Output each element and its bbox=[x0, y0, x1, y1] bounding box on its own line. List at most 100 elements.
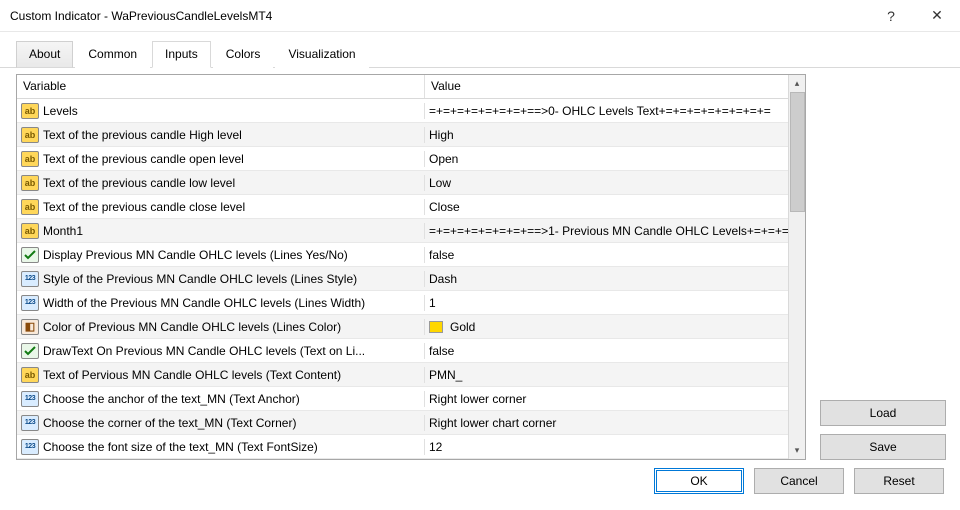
bottom-buttons: OK Cancel Reset bbox=[0, 468, 960, 504]
variable-label: Style of the Previous MN Candle OHLC lev… bbox=[43, 272, 357, 286]
color-icon bbox=[21, 319, 39, 335]
titlebar: Custom Indicator - WaPreviousCandleLevel… bbox=[0, 0, 960, 32]
string-icon bbox=[21, 223, 39, 239]
variable-label: Text of the previous candle High level bbox=[43, 128, 242, 142]
table-row[interactable]: Text of the previous candle close level C… bbox=[17, 195, 805, 219]
save-button[interactable]: Save bbox=[820, 434, 946, 460]
table-row[interactable]: Month1 =+=+=+=+=+=+=+==>1- Previous MN Ca… bbox=[17, 219, 805, 243]
variable-label: Color of Previous MN Candle OHLC levels … bbox=[43, 320, 341, 334]
value-cell[interactable]: =+=+=+=+=+=+=+==>0- OHLC Levels Text+=+=… bbox=[425, 104, 805, 118]
variable-cell: Choose the corner of the text_MN (Text C… bbox=[17, 415, 425, 431]
variable-cell: Text of the previous candle close level bbox=[17, 199, 425, 215]
column-header-variable[interactable]: Variable bbox=[17, 75, 425, 98]
table-row[interactable]: DrawText On Previous MN Candle OHLC leve… bbox=[17, 339, 805, 363]
variable-label: Text of Pervious MN Candle OHLC levels (… bbox=[43, 368, 341, 382]
value-label: Open bbox=[429, 152, 458, 166]
number-icon bbox=[21, 415, 39, 431]
value-label: Gold bbox=[450, 320, 475, 334]
ok-button[interactable]: OK bbox=[654, 468, 744, 494]
variable-label: Text of the previous candle low level bbox=[43, 176, 235, 190]
value-label: 12 bbox=[429, 440, 442, 454]
table-row[interactable]: Text of the previous candle low level Low bbox=[17, 171, 805, 195]
value-cell[interactable]: High bbox=[425, 128, 805, 142]
value-cell[interactable]: Close bbox=[425, 200, 805, 214]
tab-colors[interactable]: Colors bbox=[213, 41, 274, 68]
string-icon bbox=[21, 199, 39, 215]
boolean-icon bbox=[21, 343, 39, 359]
scroll-up-icon[interactable]: ▴ bbox=[789, 75, 805, 92]
scrollbar[interactable]: ▴ ▾ bbox=[788, 75, 805, 459]
variable-cell: DrawText On Previous MN Candle OHLC leve… bbox=[17, 343, 425, 359]
close-icon[interactable]: ✕ bbox=[914, 0, 960, 32]
table-row[interactable]: Display Previous MN Candle OHLC levels (… bbox=[17, 243, 805, 267]
table-row[interactable]: Style of the Previous MN Candle OHLC lev… bbox=[17, 267, 805, 291]
column-header-value[interactable]: Value bbox=[425, 75, 805, 98]
window-title: Custom Indicator - WaPreviousCandleLevel… bbox=[10, 9, 868, 23]
value-cell[interactable]: false bbox=[425, 344, 805, 358]
value-cell[interactable]: Open bbox=[425, 152, 805, 166]
number-icon bbox=[21, 391, 39, 407]
tab-visualization[interactable]: Visualization bbox=[275, 41, 368, 68]
tabs: About Common Inputs Colors Visualization bbox=[0, 32, 960, 68]
table-row[interactable]: Color of Previous MN Candle OHLC levels … bbox=[17, 315, 805, 339]
help-icon[interactable]: ? bbox=[868, 0, 914, 32]
tab-about[interactable]: About bbox=[16, 41, 73, 68]
boolean-icon bbox=[21, 247, 39, 263]
value-cell[interactable]: Right lower chart corner bbox=[425, 416, 805, 430]
table-row[interactable]: Text of the previous candle High level Hi… bbox=[17, 123, 805, 147]
value-cell[interactable]: Gold bbox=[425, 320, 805, 334]
scroll-down-icon[interactable]: ▾ bbox=[789, 442, 805, 459]
table-row[interactable]: Levels =+=+=+=+=+=+=+==>0- OHLC Levels Te… bbox=[17, 99, 805, 123]
string-icon bbox=[21, 103, 39, 119]
value-cell[interactable]: Low bbox=[425, 176, 805, 190]
variable-cell: Color of Previous MN Candle OHLC levels … bbox=[17, 319, 425, 335]
variable-label: Text of the previous candle close level bbox=[43, 200, 245, 214]
value-cell[interactable]: =+=+=+=+=+=+=+==>1- Previous MN Candle O… bbox=[425, 224, 805, 238]
number-icon bbox=[21, 295, 39, 311]
variable-label: Choose the font size of the text_MN (Tex… bbox=[43, 440, 318, 454]
table-row[interactable]: Choose the corner of the text_MN (Text C… bbox=[17, 411, 805, 435]
window-controls: ? ✕ bbox=[868, 0, 960, 32]
string-icon bbox=[21, 151, 39, 167]
variable-label: Choose the anchor of the text_MN (Text A… bbox=[43, 392, 300, 406]
value-label: false bbox=[429, 248, 454, 262]
value-label: Dash bbox=[429, 272, 457, 286]
scroll-thumb[interactable] bbox=[790, 92, 805, 212]
variable-label: Month1 bbox=[43, 224, 83, 238]
value-label: Close bbox=[429, 200, 460, 214]
value-label: Low bbox=[429, 176, 451, 190]
variable-label: DrawText On Previous MN Candle OHLC leve… bbox=[43, 344, 365, 358]
value-label: 1 bbox=[429, 296, 436, 310]
variable-cell: Text of Pervious MN Candle OHLC levels (… bbox=[17, 367, 425, 383]
value-label: false bbox=[429, 344, 454, 358]
load-button[interactable]: Load bbox=[820, 400, 946, 426]
value-cell[interactable]: 1 bbox=[425, 296, 805, 310]
value-cell[interactable]: Dash bbox=[425, 272, 805, 286]
variable-cell: Choose the anchor of the text_MN (Text A… bbox=[17, 391, 425, 407]
number-icon bbox=[21, 271, 39, 287]
table-row[interactable]: Text of the previous candle open levelOp… bbox=[17, 147, 805, 171]
tab-common[interactable]: Common bbox=[75, 41, 150, 68]
value-label: Right lower chart corner bbox=[429, 416, 556, 430]
table-row[interactable]: Choose the anchor of the text_MN (Text A… bbox=[17, 387, 805, 411]
table-row[interactable]: Width of the Previous MN Candle OHLC lev… bbox=[17, 291, 805, 315]
reset-button[interactable]: Reset bbox=[854, 468, 944, 494]
side-buttons: Load Save bbox=[820, 400, 946, 460]
value-cell[interactable]: PMN_ bbox=[425, 368, 805, 382]
value-label: Right lower corner bbox=[429, 392, 526, 406]
value-cell[interactable]: false bbox=[425, 248, 805, 262]
string-icon bbox=[21, 367, 39, 383]
variable-cell: Style of the Previous MN Candle OHLC lev… bbox=[17, 271, 425, 287]
variable-label: Choose the corner of the text_MN (Text C… bbox=[43, 416, 296, 430]
value-label: High bbox=[429, 128, 454, 142]
variable-label: Width of the Previous MN Candle OHLC lev… bbox=[43, 296, 365, 310]
cancel-button[interactable]: Cancel bbox=[754, 468, 844, 494]
tab-inputs[interactable]: Inputs bbox=[152, 41, 211, 68]
table-row[interactable]: Choose the font size of the text_MN (Tex… bbox=[17, 435, 805, 459]
variable-cell: Choose the font size of the text_MN (Tex… bbox=[17, 439, 425, 455]
number-icon bbox=[21, 439, 39, 455]
value-cell[interactable]: Right lower corner bbox=[425, 392, 805, 406]
variable-label: Levels bbox=[43, 104, 78, 118]
value-cell[interactable]: 12 bbox=[425, 440, 805, 454]
table-row[interactable]: Text of Pervious MN Candle OHLC levels (… bbox=[17, 363, 805, 387]
